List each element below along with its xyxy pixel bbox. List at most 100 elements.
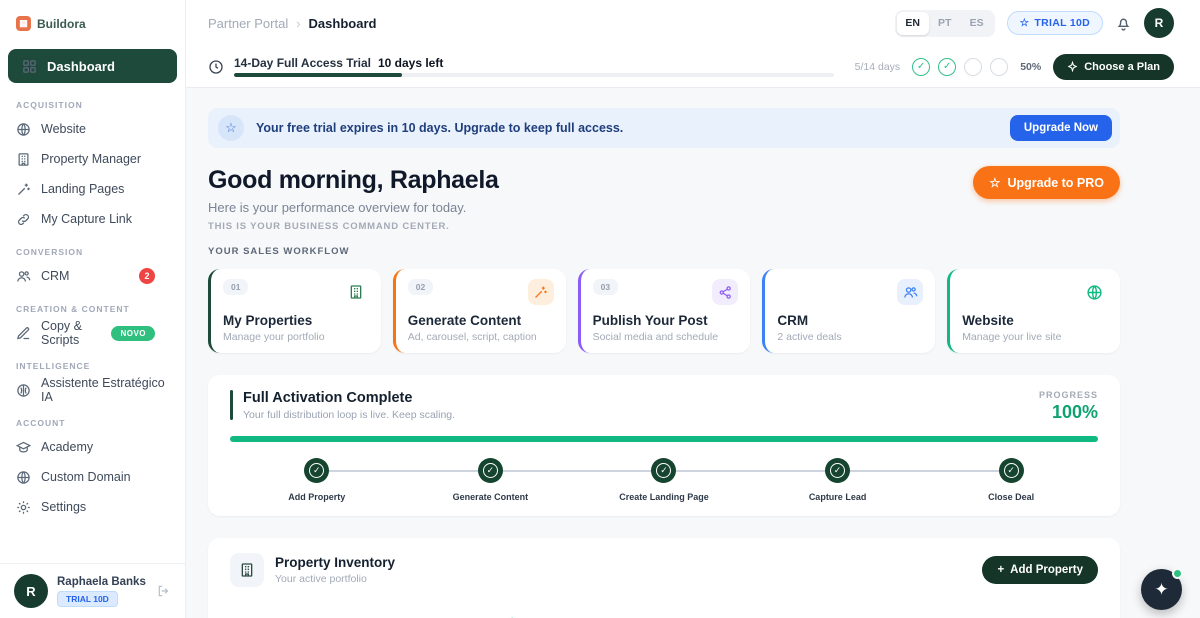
trial-status-pill[interactable]: ☆ TRIAL 10D xyxy=(1006,11,1103,35)
trial-expiry-banner: ☆ Your free trial expires in 10 days. Up… xyxy=(208,108,1120,148)
timeline-step-add-property: ✓ Add Property xyxy=(230,458,404,502)
trial-step-done-icon: ✓ xyxy=(912,57,931,76)
sidebar-item-academy[interactable]: Academy xyxy=(0,432,185,462)
workflow-section-label: YOUR SALES WORKFLOW xyxy=(208,246,350,257)
sidebar-item-assistente-estrategico-ia[interactable]: Assistente Estratégico IA xyxy=(0,375,185,405)
chevron-right-icon: › xyxy=(296,15,301,31)
building-icon xyxy=(230,553,264,587)
add-property-label: Add Property xyxy=(1010,564,1083,576)
trial-progress-track xyxy=(234,73,834,77)
workflow-card-generate-content[interactable]: 02 Generate Content Ad, carousel, script… xyxy=(392,269,566,353)
crm-count-badge: 2 xyxy=(139,268,155,284)
progress-value: 100% xyxy=(1051,402,1098,422)
sidebar-item-website[interactable]: Website xyxy=(0,114,185,144)
share-icon xyxy=(712,279,739,305)
sidebar-user-panel: R Raphaela Banks TRIAL 10D xyxy=(0,563,185,618)
timeline-step-label: Close Deal xyxy=(988,492,1035,502)
stat-value-2: $27.72M xyxy=(447,613,664,618)
workflow-cards: 01 My Properties Manage your portfolio 0… xyxy=(208,269,1120,353)
link-icon xyxy=(16,212,31,227)
stat-value-4: 2 xyxy=(881,613,1098,618)
building-icon xyxy=(343,279,369,305)
ai-assistant-fab[interactable]: ✦ xyxy=(1141,568,1183,610)
sidebar-item-crm[interactable]: CRM 2 xyxy=(0,261,185,291)
inventory-subtitle: Your active portfolio xyxy=(275,573,367,585)
sidebar-item-settings[interactable]: Settings xyxy=(0,492,185,522)
progress-label: PROGRESS xyxy=(1038,390,1098,400)
sidebar-item-copy-scripts[interactable]: Copy & Scripts NOVO xyxy=(0,318,185,348)
users-icon xyxy=(16,269,31,284)
user-name: Raphaela Banks xyxy=(57,575,146,588)
trial-progress-fill xyxy=(234,73,402,77)
timeline-step-label: Generate Content xyxy=(452,492,529,502)
sidebar-item-label: Copy & Scripts xyxy=(41,319,82,347)
greeting-subtitle: Here is your performance overview for to… xyxy=(208,200,467,215)
pen-icon xyxy=(16,326,31,341)
upgrade-now-button[interactable]: Upgrade Now xyxy=(1009,115,1112,141)
trial-days-left: 10 days left xyxy=(377,56,444,70)
step-number-badge: 01 xyxy=(223,279,249,295)
sidebar-item-label: Property Manager xyxy=(41,152,142,166)
trial-step-pending-icon xyxy=(964,57,983,76)
card-title: CRM xyxy=(777,313,809,328)
choose-plan-button[interactable]: Choose a Plan xyxy=(1053,53,1174,80)
logo-text: Buildora xyxy=(37,16,86,31)
globe-icon xyxy=(1082,279,1108,305)
choose-plan-label: Choose a Plan xyxy=(1084,60,1160,73)
activation-progress-card: Full Activation Complete Your full distr… xyxy=(208,375,1120,516)
workflow-card-website[interactable]: Website Manage your live site xyxy=(947,269,1120,353)
wand-icon xyxy=(16,182,31,197)
sidebar-item-custom-domain[interactable]: Custom Domain xyxy=(0,462,185,492)
card-subtitle: 2 active deals xyxy=(777,331,842,343)
workflow-card-my-properties[interactable]: 01 My Properties Manage your portfolio xyxy=(208,269,381,353)
logo-icon: ▦ xyxy=(16,16,31,31)
users-icon xyxy=(897,279,924,305)
language-pt-button[interactable]: PT xyxy=(929,12,961,35)
timeline-step-label: Create Landing Page xyxy=(619,492,709,502)
sidebar-item-my-capture-link[interactable]: My Capture Link xyxy=(0,204,185,234)
avatar[interactable]: R xyxy=(1144,8,1174,38)
workflow-card-publish-your-post[interactable]: 03 Publish Your Post Social media and sc… xyxy=(577,269,751,353)
trial-badge: TRIAL 10D xyxy=(57,590,118,607)
trial-percent: 50% xyxy=(1020,60,1042,73)
sidebar-item-label: Academy xyxy=(41,440,94,454)
logout-icon[interactable] xyxy=(157,584,171,598)
card-subtitle: Ad, carousel, script, caption xyxy=(407,331,537,343)
activation-timeline: ✓ Add Property ✓ Generate Content ✓ Crea… xyxy=(230,458,1098,504)
check-circle-icon: ✓ xyxy=(477,458,503,483)
timeline-step-label: Add Property xyxy=(288,492,346,502)
gear-icon xyxy=(16,500,31,515)
language-switcher: EN PT ES xyxy=(894,9,995,37)
online-status-dot xyxy=(1172,568,1183,579)
language-en-button[interactable]: EN xyxy=(896,11,929,35)
add-property-button[interactable]: + Add Property xyxy=(982,556,1098,584)
section-title-conversion: CONVERSION xyxy=(16,247,84,257)
step-number-badge: 02 xyxy=(407,279,434,295)
language-es-button[interactable]: ES xyxy=(961,12,993,35)
sidebar-item-dashboard[interactable]: Dashboard xyxy=(8,49,177,83)
card-title: Website xyxy=(962,313,1014,328)
sidebar-item-property-manager[interactable]: Property Manager xyxy=(0,144,185,174)
sidebar-item-label: Dashboard xyxy=(47,58,115,74)
sparkle-icon: ✦ xyxy=(1154,579,1169,599)
greeting-tagline: THIS IS YOUR BUSINESS COMMAND CENTER. xyxy=(208,221,450,232)
inventory-title: Property Inventory xyxy=(275,555,396,570)
stat-value-1: 2 xyxy=(230,613,447,618)
trial-step-done-icon: ✓ xyxy=(938,57,957,76)
sidebar-item-landing-pages[interactable]: Landing Pages xyxy=(0,174,185,204)
bell-icon[interactable] xyxy=(1115,15,1132,32)
timeline-step-label: Capture Lead xyxy=(808,492,867,502)
upgrade-to-pro-button[interactable]: ☆ Upgrade to PRO xyxy=(973,166,1120,199)
sidebar-item-label: Assistente Estratégico IA xyxy=(41,376,165,404)
trial-pill-label: TRIAL 10D xyxy=(1034,17,1090,29)
avatar[interactable]: R xyxy=(14,574,48,608)
card-title: Publish Your Post xyxy=(592,313,708,328)
sidebar-item-label: Website xyxy=(41,122,86,136)
check-circle-icon: ✓ xyxy=(651,458,677,483)
activation-progress-track xyxy=(230,436,1098,442)
trial-days-count: 5/14 days xyxy=(854,60,901,73)
workflow-card-crm[interactable]: CRM 2 active deals xyxy=(762,269,936,353)
sidebar-item-label: My Capture Link xyxy=(41,212,133,226)
wand-icon xyxy=(527,279,554,305)
breadcrumb-parent[interactable]: Partner Portal xyxy=(208,16,288,31)
